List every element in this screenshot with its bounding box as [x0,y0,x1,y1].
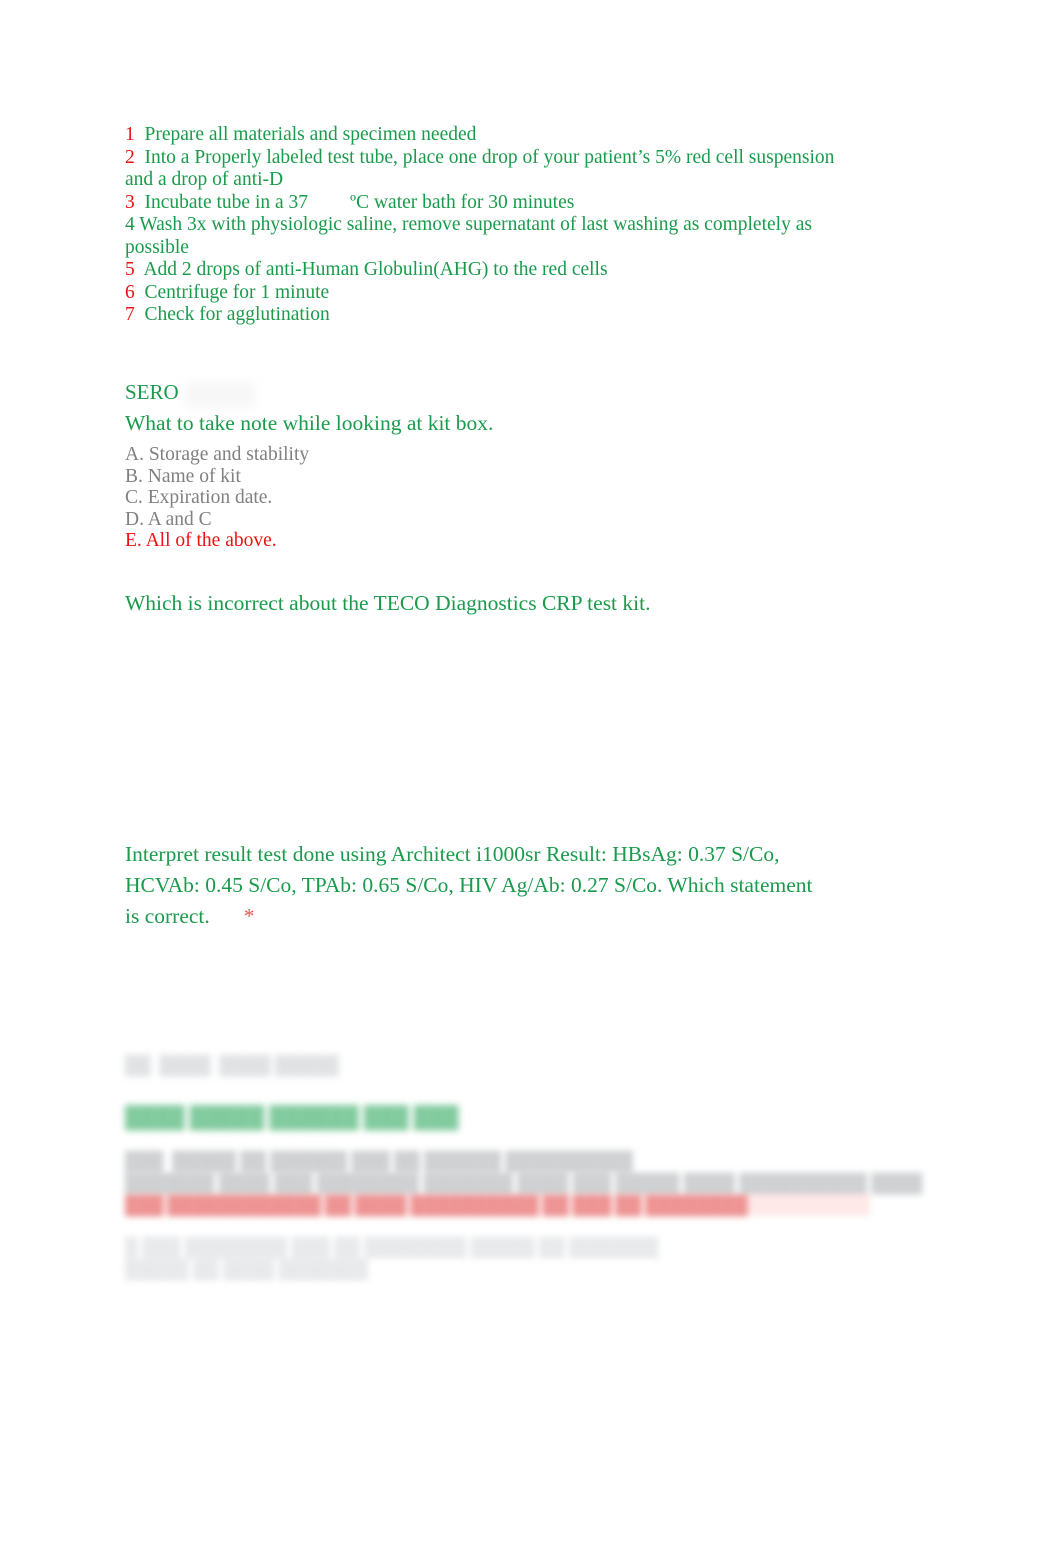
step-space [135,192,145,213]
redacted-spacer [125,1128,870,1150]
option-b: B. Name of kit [125,465,241,487]
step-number: 2 [125,146,135,168]
step-text-before-degree: Incubate tube in a 37 [144,191,309,213]
redacted-spacer [125,1216,870,1236]
step-number: 3 [125,191,135,213]
step-number: 4 [125,214,135,235]
redacted-line-4: ███████ ████ ███ ████████ ███████ ████ █… [125,1173,923,1193]
redacted-line-6: █ ███ ████████ ███ ██ ████████ █████ ██ … [125,1237,659,1257]
redacted-spacer [125,1076,870,1106]
procedure-step-6: 6 Centrifuge for 1 minute [125,282,865,305]
sero-section-heading: SERO [125,380,179,404]
option-d: D. A and C [125,508,212,530]
step-number: 5 [125,259,135,280]
step-space [135,124,145,145]
redacted-highlighted-line: ███ ████████████ ██ ████ ██████████ ██ █… [125,1194,870,1216]
procedure-step-3: 3 Incubate tube in a 37 ºC water bath for… [125,192,865,215]
sero-heading-smudge [185,382,255,408]
procedure-step-2: 2 Into a Properly labeled test tube, pla… [125,147,865,192]
redacted-heading-line: ████ █████ ██████ ███ ███ [125,1105,459,1129]
document-content: 1 Prepare all materials and specimen nee… [125,124,922,1279]
step-text: Into a Properly labeled test tube, place… [125,146,835,191]
degree-celsius-label: ºC [350,191,370,213]
redacted-blurred-section: ██ ████ ████ █████ ████ █████ ██████ ███… [125,1054,923,1280]
required-asterisk: * [243,904,255,928]
step-number: 7 [125,304,135,325]
procedure-step-7: 7 Check for agglutination [125,304,865,327]
architect-question-block: Interpret result test done using Archite… [125,839,815,932]
redacted-line-3: ███ █████ ██ ██████ ███ ██ ██████ ██████… [125,1151,633,1171]
teco-question-text: Which is incorrect about the TECO Diagno… [125,591,651,615]
step-text: Centrifuge for 1 minute [144,281,330,303]
step-text: Prepare all materials and specimen neede… [144,124,477,145]
procedure-step-4: 4 Wash 3x with physiologic saline, remov… [125,214,865,259]
procedure-list: 1 Prepare all materials and specimen nee… [125,124,865,327]
option-e-correct-answer: E. All of the above. [125,530,277,551]
step-number: 6 [125,281,135,303]
step-space [135,304,145,325]
step-text: Check for agglutination [144,304,330,325]
architect-question-text: Interpret result test done using Archite… [125,842,813,928]
redacted-line-1: ██ ████ ████ █████ [125,1055,339,1075]
step-text: Add 2 drops of anti-Human Globulin(AHG) … [143,259,608,280]
step-space [135,282,145,303]
document-page: 1 Prepare all materials and specimen nee… [0,0,1062,1556]
sero-question-text: What to take note while looking at kit b… [125,411,494,435]
procedure-step-5: 5 Add 2 drops of anti-Human Globulin(AHG… [125,259,865,282]
step-number: 1 [125,124,135,145]
option-c: C. Expiration date. [125,487,273,508]
step-text-after-degree: water bath for 30 minutes [369,191,575,213]
redacted-line-7: █████ ██ ████ ███████ [125,1259,369,1279]
procedure-step-1: 1 Prepare all materials and specimen nee… [125,124,865,147]
sero-options-list: A. Storage and stability B. Name of kit … [125,444,309,552]
step-text: Wash 3x with physiologic saline, remove … [125,214,812,258]
option-a: A. Storage and stability [125,444,310,465]
step-space [135,147,145,168]
